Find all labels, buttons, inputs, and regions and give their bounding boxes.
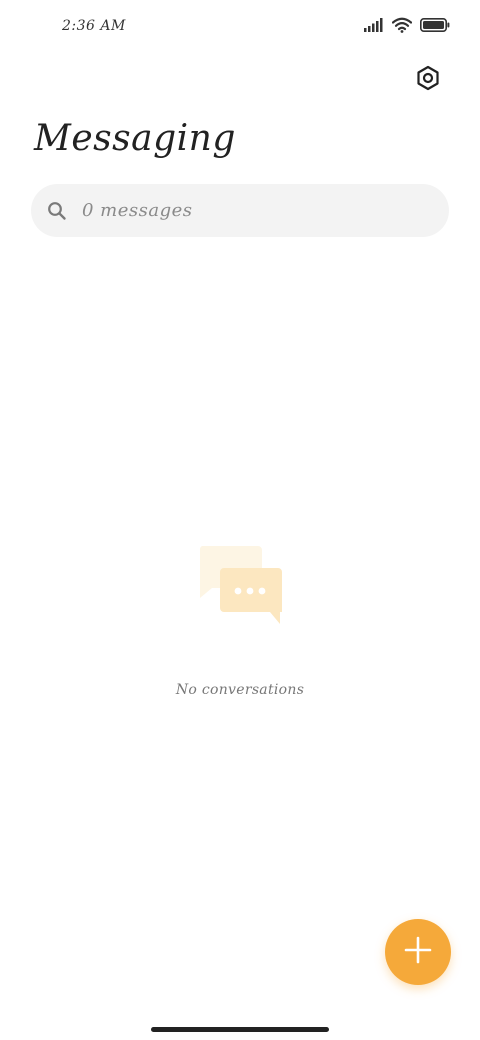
- empty-state-text: No conversations: [175, 682, 305, 698]
- battery-icon: [420, 18, 450, 32]
- page-title: Messaging: [34, 118, 236, 159]
- search-bar[interactable]: 0 messages: [31, 184, 449, 237]
- status-time: 2:36 AM: [62, 18, 126, 34]
- chat-bubbles-icon: [192, 540, 288, 632]
- search-input[interactable]: 0 messages: [82, 200, 193, 221]
- home-indicator[interactable]: [151, 1027, 329, 1032]
- plus-icon: [404, 936, 432, 968]
- wifi-icon: [392, 17, 412, 33]
- empty-state: No conversations: [0, 540, 480, 698]
- settings-button[interactable]: [412, 64, 444, 96]
- status-bar: 2:36 AM: [0, 0, 480, 56]
- signal-icon: [364, 18, 384, 32]
- settings-icon: [415, 65, 441, 95]
- search-icon: [47, 201, 67, 221]
- status-icons: [364, 17, 450, 33]
- new-conversation-button[interactable]: [385, 919, 451, 985]
